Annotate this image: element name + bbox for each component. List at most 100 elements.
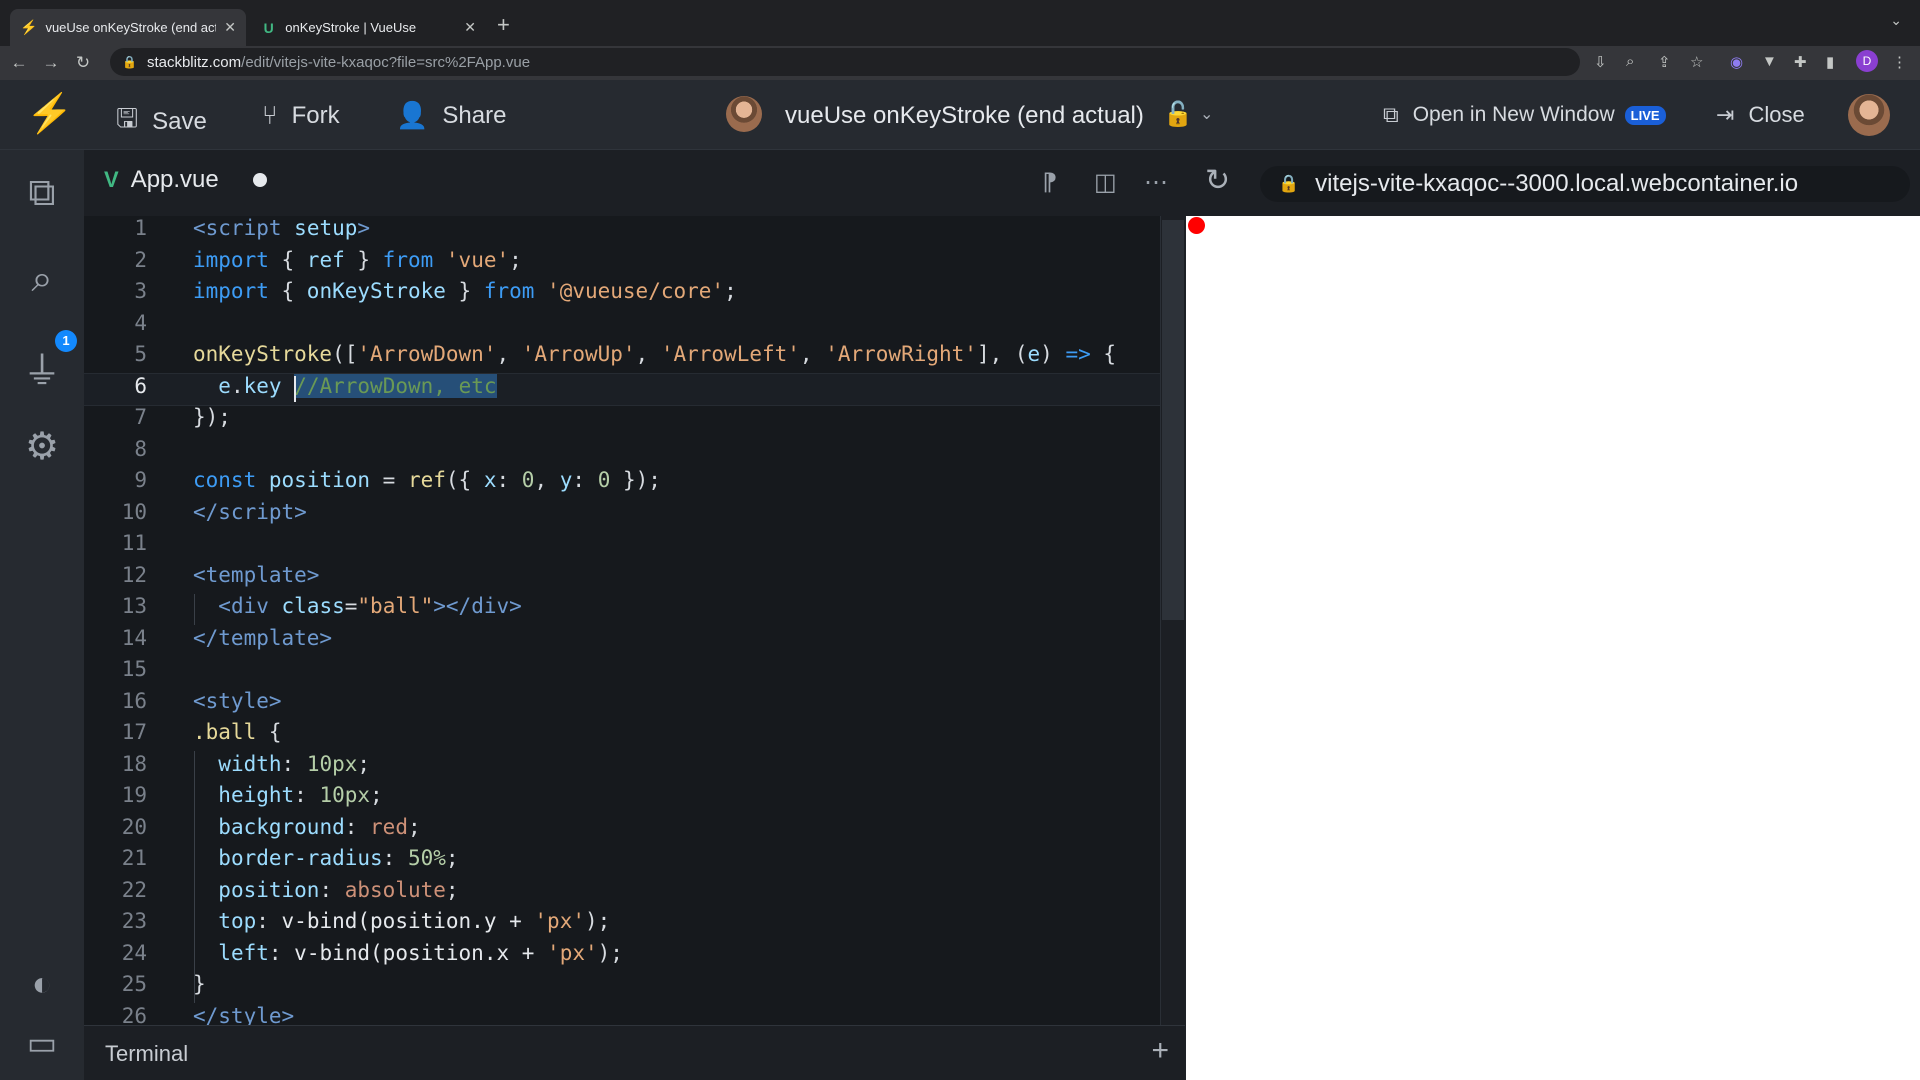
preview-reload-icon[interactable]: ↻ [1205,163,1230,198]
tab-search-chevron-icon[interactable]: ⌄ [1890,12,1902,29]
share-button[interactable]: 👤 Share [396,100,506,131]
owner-avatar[interactable] [726,96,762,132]
editor-tabbar: V App.vue ⁋ ◫ ⋯ [84,150,1185,216]
browser-tab-title: vueUse onKeyStroke (end actu [45,20,217,35]
code-line: 16 <style> [84,689,1160,721]
install-icon[interactable]: ⇩ [1594,53,1607,71]
code-line: 3 import { onKeyStroke } from '@vueuse/co… [84,279,1160,311]
open-window-label: Open in New Window [1412,103,1615,126]
add-terminal-icon[interactable]: + [1151,1034,1169,1068]
close-button[interactable]: ⇥ Close [1716,102,1805,128]
stackblitz-header: ⚡ 🖫 Save ⑂ Fork 👤 Share vueUse onKeyStro… [0,80,1920,150]
fork-label: Fork [291,101,340,129]
line-number: 6 [134,373,147,398]
code-line: 14 </template> [84,626,1160,658]
line-number: 1 [134,216,147,240]
preview-pane[interactable] [1186,216,1920,1080]
url-path: /edit/vitejs-vite-kxaqoc?file=src%2FApp.… [241,53,531,71]
line-number: 21 [121,846,147,870]
user-avatar[interactable] [1848,94,1890,136]
gear-icon[interactable]: ⚙ [20,424,64,469]
line-number: 8 [134,436,147,461]
unlock-icon[interactable]: 🔓 [1163,100,1193,129]
preview-url-bar[interactable]: 🔒 vitejs-vite-kxaqoc--3000.local.webcont… [1260,166,1910,202]
file-tab-label: App.vue [130,166,219,193]
kebab-menu-icon[interactable]: ⋮ [1892,53,1907,71]
back-arrow-icon[interactable]: ← [6,53,32,73]
line-number: 19 [121,783,147,807]
address-bar[interactable]: 🔒 stackblitz.com/edit/vitejs-vite-kxaqoc… [110,48,1580,76]
editor-scrollbar-thumb[interactable] [1162,220,1184,620]
share-page-icon[interactable]: ⇪ [1658,53,1671,71]
url-host: stackblitz.com [146,53,242,71]
line-number: 13 [121,594,147,618]
unsaved-dot-icon [252,173,267,187]
terminal-label[interactable]: Terminal [105,1041,188,1067]
vue-file-icon: V [104,167,119,192]
project-title[interactable]: vueUse onKeyStroke (end actual) [785,102,1144,130]
line-number: 10 [121,499,147,524]
code-area[interactable]: 1 <script setup> 2 import { ref } from 'vu… [84,216,1160,1025]
new-window-icon: ⧉ [1383,102,1399,127]
theme-toggle-icon[interactable]: ◐ [20,965,64,1004]
share-label: Share [442,101,507,129]
open-new-window-button[interactable]: ⧉ Open in New Window LIVE [1383,102,1666,128]
code-line: 4 [84,311,1160,343]
panel-layout-icon[interactable]: ▭ [20,1024,64,1062]
forward-arrow-icon[interactable]: → [38,53,64,73]
code-line: 10 </script> [84,500,1160,532]
profile-avatar[interactable]: D [1856,50,1878,72]
chevron-down-icon[interactable]: ⌄ [1200,104,1213,124]
indent-guide [194,751,195,1003]
code-line-current: 6 e.key //ArrowDown, etc [84,372,1160,406]
browser-tab-vueuse[interactable]: U onKeyStroke | VueUse ✕ [250,9,486,46]
line-number: 16 [121,688,147,713]
code-line: 18 width: 10px; [84,752,1160,784]
split-editor-icon[interactable]: ◫ [1094,168,1117,197]
save-button[interactable]: 🖫 Save [116,100,207,144]
bookmark-star-icon[interactable]: ☆ [1690,53,1703,71]
code-line: 11 [84,531,1160,563]
close-label: Close [1748,102,1805,127]
line-number: 15 [121,657,147,681]
add-user-icon: 👤 [396,100,429,130]
red-ball [1188,217,1205,234]
line-number: 26 [121,1003,147,1026]
line-number: 20 [121,814,147,839]
zoom-icon[interactable]: ⌕ [1626,53,1634,70]
browser-tab-stackblitz[interactable]: ⚡ vueUse onKeyStroke (end actu ✕ [10,9,246,46]
line-number: 4 [134,310,147,335]
extension-icon[interactable]: ◉ [1730,53,1743,71]
line-number: 14 [121,625,147,650]
files-icon[interactable]: ⧉ [20,172,64,215]
terminal-panel[interactable]: Terminal + [84,1025,1185,1080]
line-number: 22 [121,877,147,902]
more-icon[interactable]: ⋯ [1144,168,1168,197]
preview-url: vitejs-vite-kxaqoc--3000.local.webcontai… [1315,170,1799,197]
code-line: 7}); [84,405,1160,437]
format-icon[interactable]: ⁋ [1042,168,1057,197]
line-number: 7 [134,405,147,429]
new-tab-button[interactable]: + [497,12,510,38]
line-number: 17 [121,720,147,744]
fork-button[interactable]: ⑂ Fork [262,100,340,131]
extensions-puzzle-icon[interactable]: ✚ [1794,53,1807,71]
line-number: 25 [121,972,147,996]
line-number: 2 [134,247,147,272]
stackblitz-logo-icon[interactable]: ⚡ [26,92,73,136]
code-line: 26 </style> [84,1004,1160,1026]
browser-toolbar: ← → ↻ 🔒 stackblitz.com/edit/vitejs-vite-… [0,46,1920,80]
line-number: 23 [121,909,147,933]
close-tab-icon[interactable]: ✕ [464,19,476,36]
file-tab-app-vue[interactable]: V App.vue [104,166,267,194]
side-panel-icon[interactable]: ▮ [1826,53,1834,71]
text-cursor [294,376,296,402]
line-number: 11 [121,531,147,555]
code-line: 25} [84,972,1160,1004]
reload-icon[interactable]: ↻ [70,53,96,73]
vue-devtools-icon[interactable]: ▼ [1762,53,1777,70]
close-tab-icon[interactable]: ✕ [224,19,236,36]
code-line: 5 onKeyStroke(['ArrowDown', 'ArrowUp', 'A… [84,342,1160,374]
search-icon[interactable]: ⌕ [20,258,64,301]
exit-icon: ⇥ [1716,102,1735,127]
